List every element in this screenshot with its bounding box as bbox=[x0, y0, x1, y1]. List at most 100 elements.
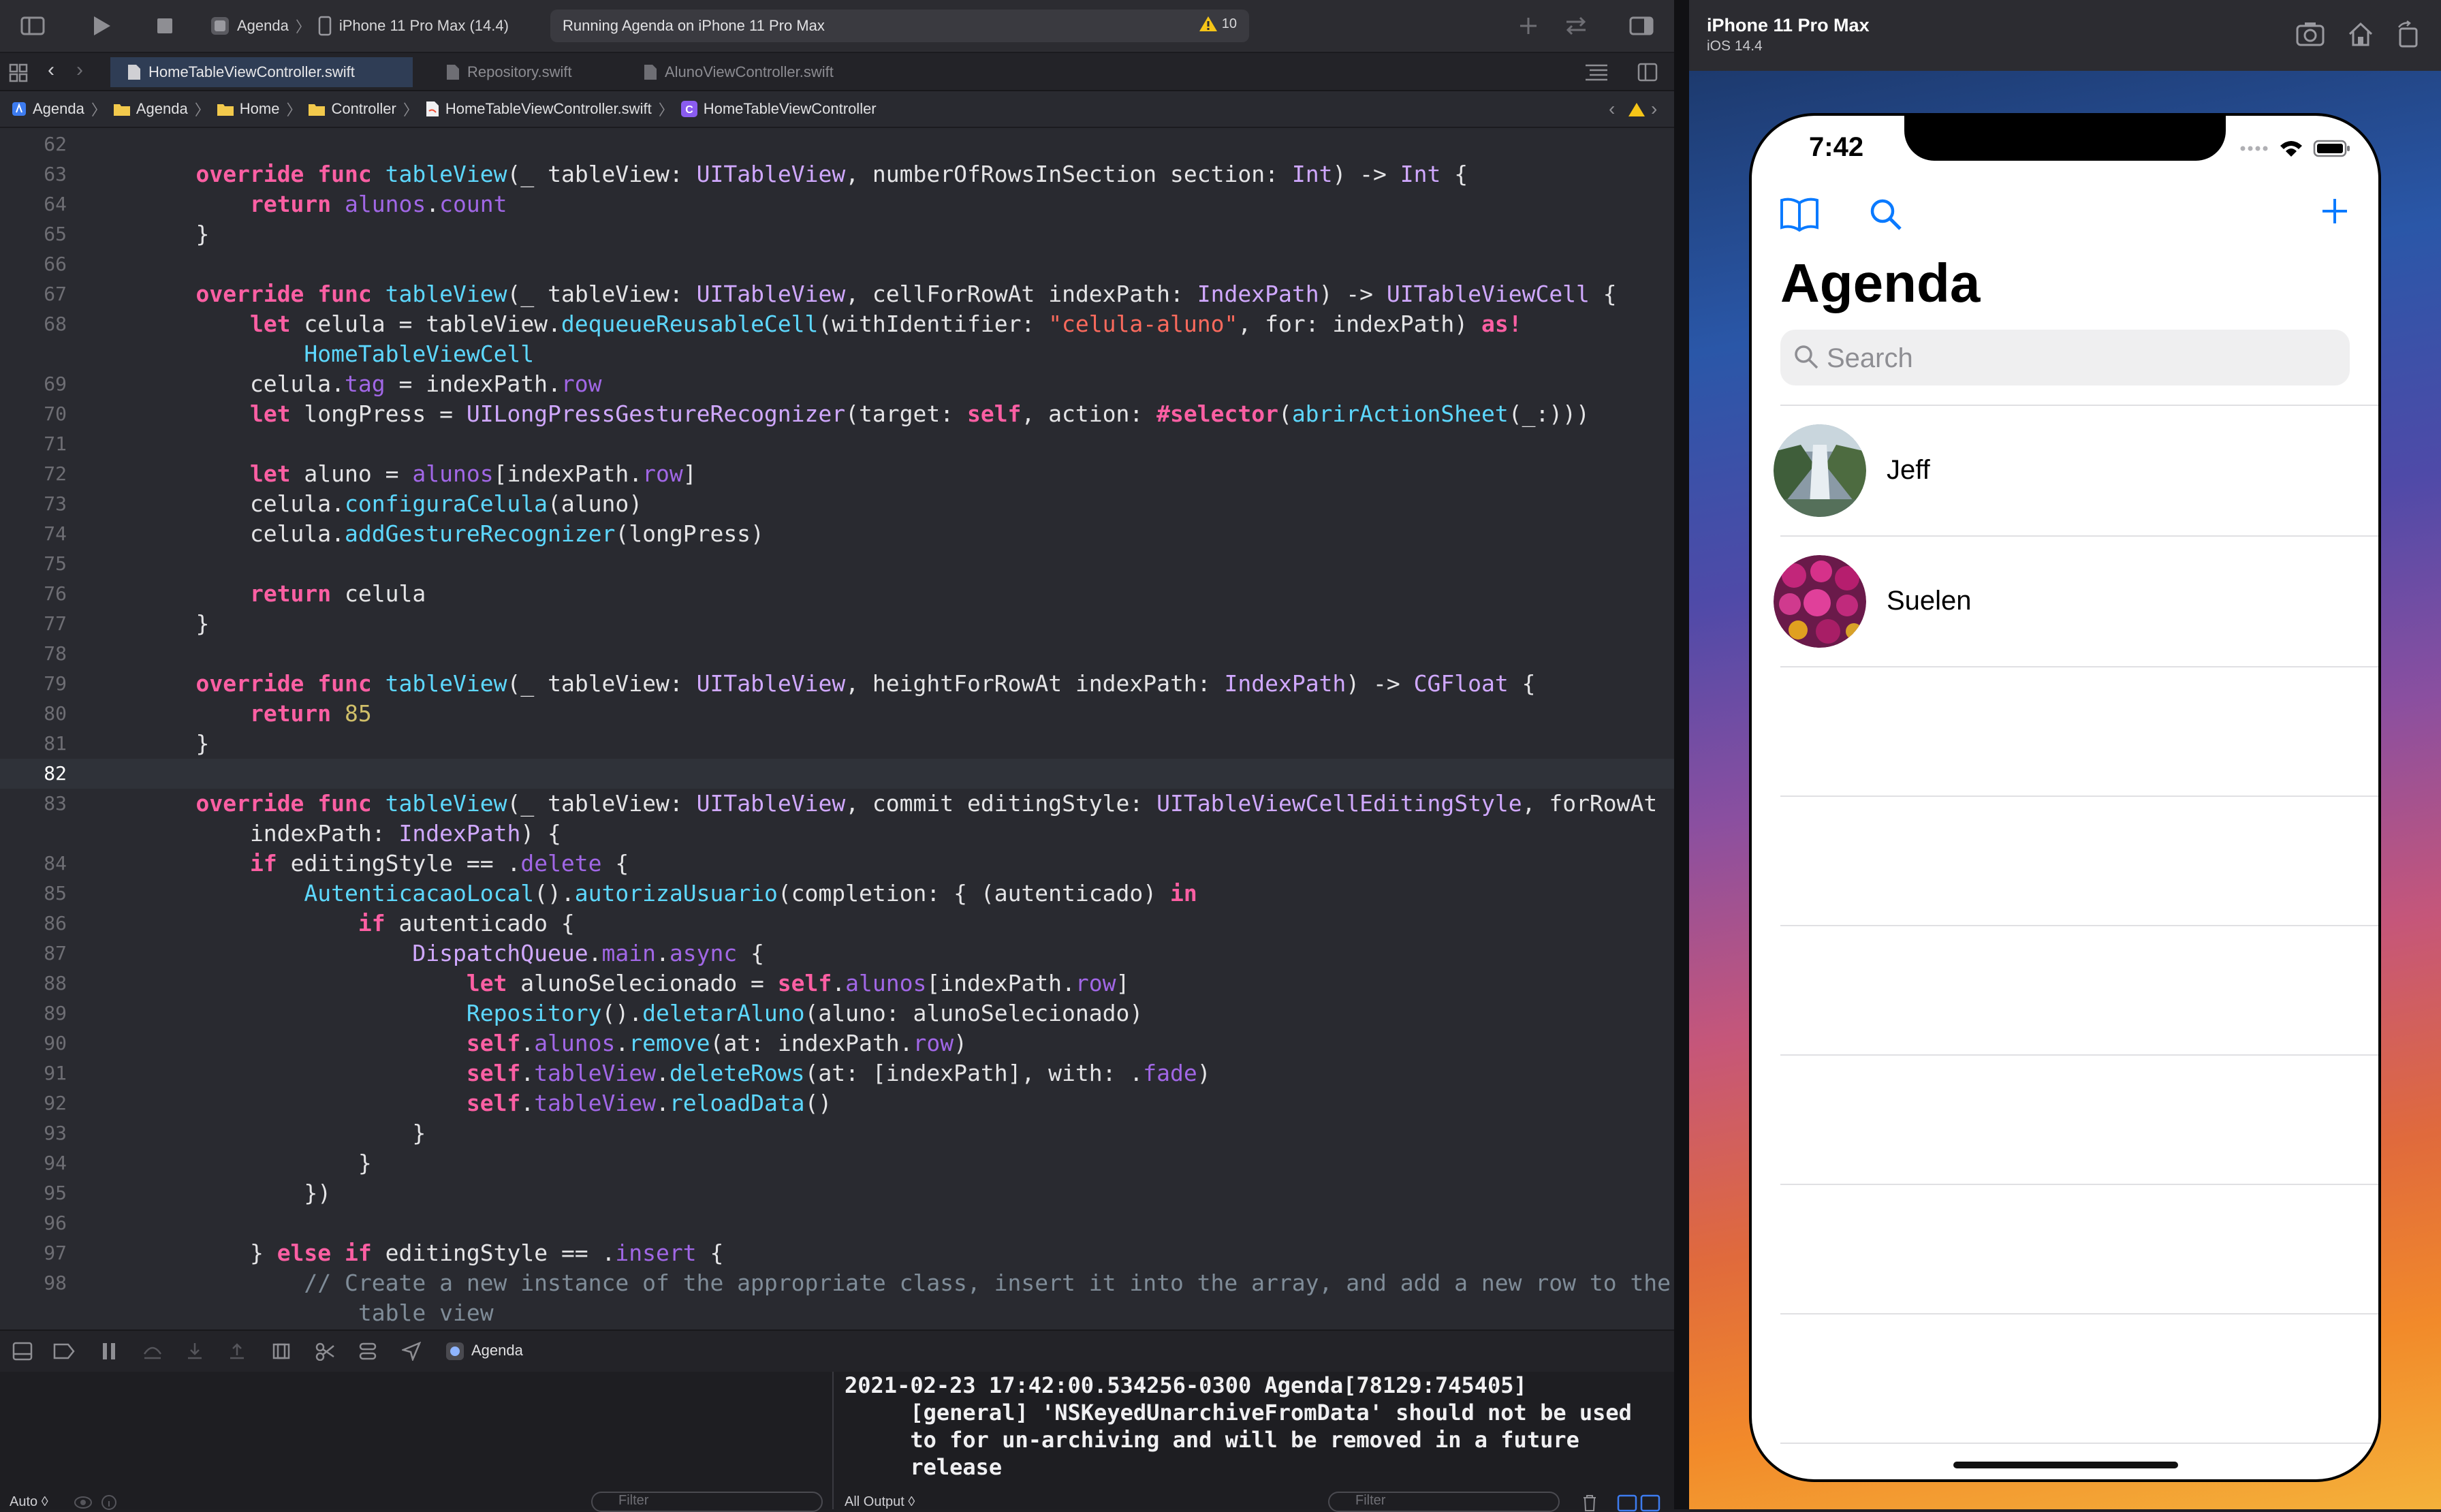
step-out-icon[interactable] bbox=[227, 1342, 247, 1361]
line-number[interactable]: 83 bbox=[0, 789, 67, 819]
code-line[interactable]: 96 bbox=[0, 1208, 1674, 1238]
line-number[interactable]: 86 bbox=[0, 909, 67, 939]
code-line[interactable]: 62 bbox=[0, 129, 1674, 159]
code-line[interactable]: 98 // Create a new instance of the appro… bbox=[0, 1268, 1674, 1298]
variables-scope-selector[interactable]: Auto ◊ bbox=[10, 1494, 48, 1510]
line-number[interactable]: 75 bbox=[0, 549, 67, 579]
home-indicator[interactable] bbox=[1953, 1462, 2178, 1468]
line-number[interactable]: 70 bbox=[0, 399, 67, 429]
add-contact-button[interactable] bbox=[2318, 191, 2351, 234]
step-over-icon[interactable] bbox=[142, 1342, 163, 1361]
line-number[interactable]: 64 bbox=[0, 189, 67, 219]
breadcrumb-group-controller[interactable]: Controller bbox=[308, 100, 396, 118]
line-number[interactable]: 80 bbox=[0, 699, 67, 729]
line-number[interactable]: 68 bbox=[0, 309, 67, 339]
search-bar[interactable]: Search bbox=[1780, 330, 2350, 385]
list-item[interactable]: Suelen bbox=[1774, 537, 2378, 666]
code-line[interactable]: 86 if autenticado { bbox=[0, 909, 1674, 939]
code-line[interactable]: 87 DispatchQueue.main.async { bbox=[0, 939, 1674, 968]
scheme-selector[interactable]: Agenda 〉 iPhone 11 Pro Max (14.4) bbox=[210, 12, 509, 40]
breadcrumb-project[interactable]: Agenda bbox=[11, 100, 84, 118]
line-number[interactable]: 67 bbox=[0, 279, 67, 309]
breadcrumb-group-home[interactable]: Home bbox=[217, 100, 279, 118]
code-line[interactable]: 64 return alunos.count bbox=[0, 189, 1674, 219]
line-number[interactable]: 85 bbox=[0, 879, 67, 909]
run-icon[interactable] bbox=[87, 12, 114, 40]
console-layout-icon[interactable] bbox=[1617, 1494, 1660, 1512]
rotate-icon[interactable] bbox=[2396, 20, 2421, 48]
line-number[interactable]: 92 bbox=[0, 1088, 67, 1118]
navigator-toggle-icon[interactable] bbox=[19, 12, 46, 40]
line-number[interactable]: 71 bbox=[0, 429, 67, 459]
code-line[interactable]: 73 celula.configuraCelula(aluno) bbox=[0, 489, 1674, 519]
iphone-screen[interactable]: 7:42 Agenda Search Jeff Suelen bbox=[1752, 116, 2378, 1479]
line-number[interactable]: 69 bbox=[0, 369, 67, 399]
breakpoints-icon[interactable] bbox=[53, 1343, 75, 1359]
code-line[interactable]: 91 self.tableView.deleteRows(at: [indexP… bbox=[0, 1058, 1674, 1088]
code-line[interactable]: 90 self.alunos.remove(at: indexPath.row) bbox=[0, 1028, 1674, 1058]
line-number[interactable]: 81 bbox=[0, 729, 67, 759]
previous-issue-icon[interactable]: ‹ bbox=[1609, 98, 1615, 120]
code-line[interactable]: indexPath: IndexPath) { bbox=[0, 819, 1674, 849]
memory-graph-icon[interactable] bbox=[315, 1342, 335, 1361]
stop-icon[interactable] bbox=[151, 12, 178, 40]
line-number[interactable]: 97 bbox=[0, 1238, 67, 1268]
trash-icon[interactable] bbox=[1581, 1494, 1598, 1512]
code-line[interactable]: 66 bbox=[0, 249, 1674, 279]
book-icon[interactable] bbox=[1779, 196, 1820, 233]
pause-icon[interactable] bbox=[101, 1342, 117, 1361]
code-line[interactable]: 71 bbox=[0, 429, 1674, 459]
code-line[interactable]: 85 AutenticacaoLocal().autorizaUsuario(c… bbox=[0, 879, 1674, 909]
line-number[interactable]: 66 bbox=[0, 249, 67, 279]
hide-debug-area-icon[interactable] bbox=[12, 1342, 33, 1361]
next-issue-icon[interactable]: › bbox=[1651, 98, 1657, 120]
warning-icon[interactable] bbox=[1628, 101, 1645, 118]
related-items-icon[interactable] bbox=[8, 63, 29, 83]
split-editor-icon[interactable] bbox=[1637, 63, 1658, 82]
code-line[interactable]: 83 override func tableView(_ tableView: … bbox=[0, 789, 1674, 819]
code-line[interactable]: 63 override func tableView(_ tableView: … bbox=[0, 159, 1674, 189]
line-number[interactable]: 88 bbox=[0, 968, 67, 998]
code-line[interactable]: 74 celula.addGestureRecognizer(longPress… bbox=[0, 519, 1674, 549]
view-hierarchy-icon[interactable] bbox=[271, 1342, 292, 1361]
eye-icon[interactable] bbox=[74, 1494, 93, 1511]
line-number[interactable]: 62 bbox=[0, 129, 67, 159]
line-number[interactable]: 78 bbox=[0, 639, 67, 669]
breadcrumb-file[interactable]: HomeTableViewController.swift bbox=[425, 100, 652, 118]
code-line[interactable]: 80 return 85 bbox=[0, 699, 1674, 729]
code-line[interactable]: 95 }) bbox=[0, 1178, 1674, 1208]
tab-repository[interactable]: Repository.swift bbox=[429, 57, 588, 87]
search-icon[interactable] bbox=[1868, 196, 1904, 233]
line-number[interactable]: 72 bbox=[0, 459, 67, 489]
back-icon[interactable]: ‹ bbox=[48, 59, 54, 82]
line-number[interactable]: 96 bbox=[0, 1208, 67, 1238]
line-number[interactable]: 94 bbox=[0, 1148, 67, 1178]
output-scope-selector[interactable]: All Output ◊ bbox=[845, 1494, 915, 1510]
simulate-location-icon[interactable] bbox=[402, 1342, 421, 1361]
code-line[interactable]: 70 let longPress = UILongPressGestureRec… bbox=[0, 399, 1674, 429]
code-line[interactable]: 82 bbox=[0, 759, 1674, 789]
line-number[interactable]: 87 bbox=[0, 939, 67, 968]
code-line[interactable]: 81 } bbox=[0, 729, 1674, 759]
home-icon[interactable] bbox=[2347, 20, 2374, 48]
code-line[interactable]: 68 let celula = tableView.dequeueReusabl… bbox=[0, 309, 1674, 339]
code-line[interactable]: 92 self.tableView.reloadData() bbox=[0, 1088, 1674, 1118]
code-line[interactable]: 67 override func tableView(_ tableView: … bbox=[0, 279, 1674, 309]
line-number[interactable]: 82 bbox=[0, 759, 67, 789]
window-divider[interactable] bbox=[1674, 0, 1689, 1509]
code-line[interactable]: table view bbox=[0, 1298, 1674, 1328]
line-number[interactable]: 91 bbox=[0, 1058, 67, 1088]
code-line[interactable]: HomeTableViewCell bbox=[0, 339, 1674, 369]
code-line[interactable]: 78 bbox=[0, 639, 1674, 669]
code-line[interactable]: 77 } bbox=[0, 609, 1674, 639]
code-line[interactable]: 84 if editingStyle == .delete { bbox=[0, 849, 1674, 879]
variables-view[interactable]: Auto ◊ Filter bbox=[0, 1372, 834, 1512]
code-line[interactable]: 88 let alunoSelecionado = self.alunos[in… bbox=[0, 968, 1674, 998]
code-line[interactable]: 69 celula.tag = indexPath.row bbox=[0, 369, 1674, 399]
list-item[interactable]: Jeff bbox=[1774, 406, 2378, 535]
inspector-toggle-icon[interactable] bbox=[1628, 12, 1655, 40]
line-number[interactable]: 95 bbox=[0, 1178, 67, 1208]
environment-overrides-icon[interactable] bbox=[358, 1342, 377, 1361]
code-line[interactable]: 72 let aluno = alunos[indexPath.row] bbox=[0, 459, 1674, 489]
code-line[interactable]: 79 override func tableView(_ tableView: … bbox=[0, 669, 1674, 699]
